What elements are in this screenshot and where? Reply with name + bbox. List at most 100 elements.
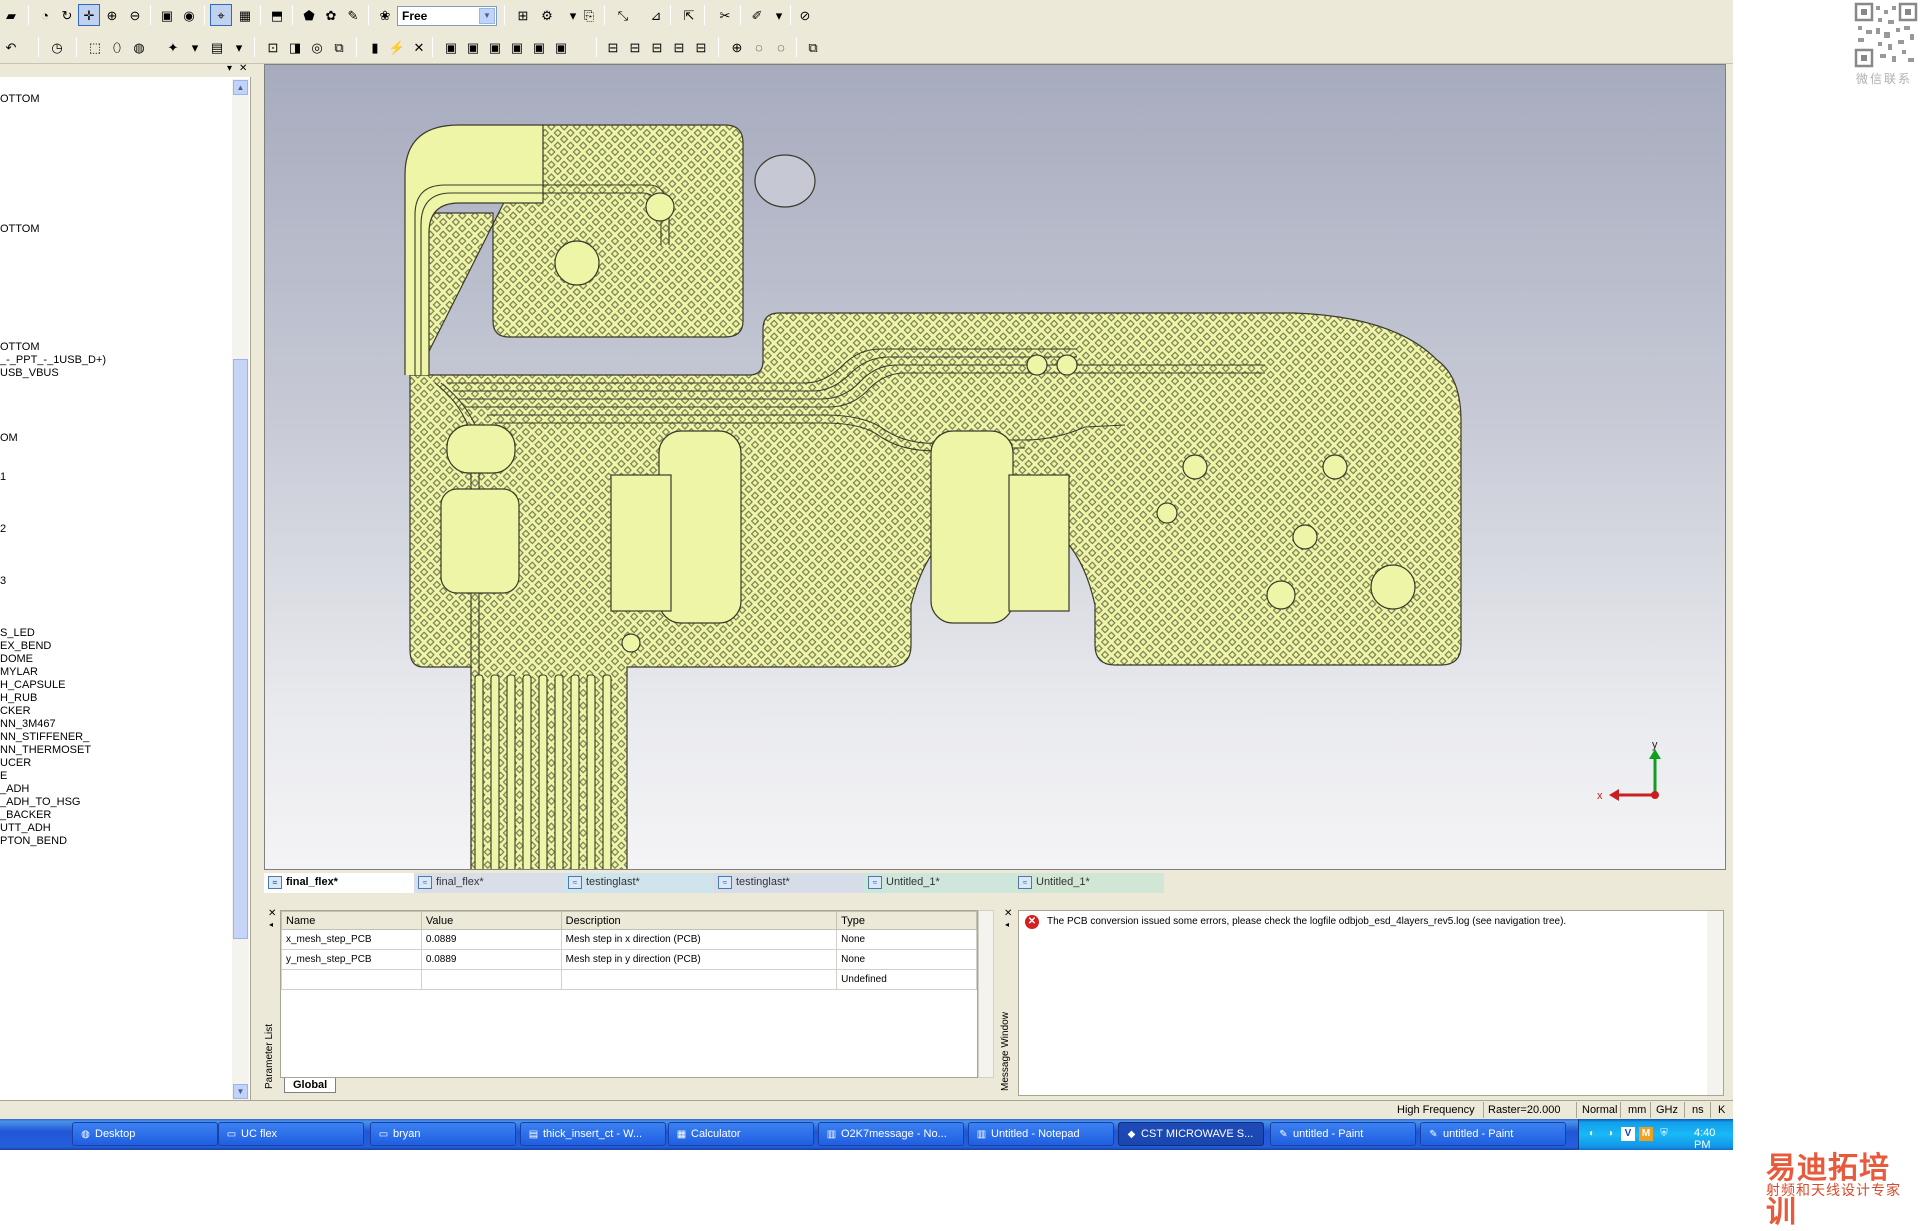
monitor-s-icon[interactable]: ▣ bbox=[550, 36, 572, 58]
tree-item[interactable]: OTTOM bbox=[0, 93, 40, 105]
tab-document[interactable]: ≈ final_flex* bbox=[264, 873, 414, 893]
tree-item[interactable]: _BACKER bbox=[0, 809, 51, 821]
error-message[interactable]: The PCB conversion issued some errors, p… bbox=[1047, 916, 1566, 927]
table-cell[interactable]: Mesh step in y direction (PCB) bbox=[560, 949, 838, 970]
curve-icon[interactable]: ⤡ bbox=[612, 4, 634, 26]
tab-document[interactable]: ≈ Untitled_1* bbox=[864, 873, 1014, 893]
table-row[interactable]: y_mesh_step_PCB 0.0889 Mesh step in y dire… bbox=[281, 949, 977, 970]
chart-icon[interactable]: ⊿ bbox=[645, 4, 667, 26]
history-icon[interactable]: ◷ bbox=[46, 36, 68, 58]
undo-icon[interactable]: ↶ bbox=[0, 36, 22, 58]
tab-document[interactable]: ≈ Untitled_1* bbox=[1014, 873, 1164, 893]
spin-icon[interactable]: ↻ bbox=[56, 4, 78, 26]
table-cell[interactable]: None bbox=[836, 949, 977, 970]
shield-icon[interactable]: ⛨ bbox=[1657, 1127, 1671, 1141]
zoom-fit-icon[interactable]: ▣ bbox=[156, 4, 178, 26]
pin-icon[interactable]: ◂ bbox=[1005, 920, 1009, 929]
mail-icon[interactable]: M bbox=[1639, 1127, 1653, 1141]
delete-icon[interactable]: ✂ bbox=[714, 4, 736, 26]
tree-item[interactable]: _-_PPT_-_1USB_D+) bbox=[0, 354, 106, 366]
close-icon[interactable]: ✕ bbox=[1004, 908, 1012, 919]
tree-item[interactable]: H_CAPSULE bbox=[0, 679, 65, 691]
solver-icon[interactable]: ✦ bbox=[162, 36, 184, 58]
scroll-up-icon[interactable]: ▲ bbox=[233, 80, 248, 95]
header-value[interactable]: Value bbox=[420, 911, 562, 930]
header-description[interactable]: Description bbox=[560, 911, 838, 930]
tree-item[interactable]: USB_VBUS bbox=[0, 367, 59, 379]
table-cell[interactable] bbox=[420, 969, 562, 990]
tree-item[interactable]: _ADH_TO_HSG bbox=[0, 796, 81, 808]
tree-item[interactable]: 2 bbox=[0, 523, 6, 535]
tree-item[interactable]: NN_3M467 bbox=[0, 718, 56, 730]
zoom-in-icon[interactable]: ⊕ bbox=[101, 4, 123, 26]
monitor-h-icon[interactable]: ▣ bbox=[462, 36, 484, 58]
pan-icon[interactable]: ✛ bbox=[78, 4, 100, 26]
mesh-dropdown-icon[interactable]: ▾ bbox=[228, 36, 250, 58]
open-icon[interactable]: ▰ bbox=[0, 4, 22, 26]
transform-icon[interactable]: ⬟ bbox=[298, 4, 320, 26]
vpn-icon[interactable]: V bbox=[1621, 1127, 1635, 1141]
discrete-port-icon[interactable]: ⚡ bbox=[386, 36, 408, 58]
tab-document[interactable]: ≈ testinglast* bbox=[564, 873, 714, 893]
cylinder-icon[interactable]: ⬯ bbox=[106, 36, 128, 58]
volume-icon[interactable]: ◑ bbox=[1603, 1127, 1617, 1141]
header-type[interactable]: Type bbox=[836, 911, 977, 930]
export-icon[interactable]: ⇱ bbox=[678, 4, 700, 26]
sphere-icon[interactable]: ◍ bbox=[128, 36, 150, 58]
tab-global[interactable]: Global bbox=[284, 1078, 337, 1093]
table-cell[interactable]: Undefined bbox=[836, 969, 977, 990]
monitor-p-icon[interactable]: ▣ bbox=[484, 36, 506, 58]
tree-item[interactable]: E bbox=[0, 770, 7, 782]
pick-edge-icon[interactable]: ✎ bbox=[342, 4, 364, 26]
boundary-icon[interactable]: ◎ bbox=[306, 36, 328, 58]
table-cell[interactable]: Mesh step in x direction (PCB) bbox=[560, 929, 838, 950]
taskbar-button[interactable]: ▭ UC flex bbox=[218, 1122, 364, 1146]
pick-point-icon[interactable]: ⌖ bbox=[210, 4, 232, 26]
table-cell[interactable]: 0.0889 bbox=[420, 949, 562, 970]
taskbar-button[interactable]: ◆ CST MICROWAVE S... bbox=[1118, 1122, 1264, 1146]
taskbar-button[interactable]: ✎ untitled - Paint bbox=[1420, 1122, 1566, 1146]
local-coordinates-icon[interactable]: ⊞ bbox=[512, 4, 534, 26]
tree-item[interactable]: 3 bbox=[0, 575, 6, 587]
taskbar-button[interactable]: ✎ untitled - Paint bbox=[1270, 1122, 1416, 1146]
probe-tool-icon[interactable]: ✕ bbox=[408, 36, 430, 58]
mode-select[interactable]: Free ▼ bbox=[397, 6, 497, 26]
mesh-icon[interactable]: ▤ bbox=[206, 36, 228, 58]
grid-icon[interactable]: ▦ bbox=[234, 4, 256, 26]
table-cell[interactable]: x_mesh_step_PCB bbox=[281, 929, 422, 950]
tree-item[interactable]: UTT_ADH bbox=[0, 822, 51, 834]
boolean-icon[interactable]: ✿ bbox=[320, 4, 342, 26]
taskbar-button[interactable]: ▥ Untitled - Notepad bbox=[968, 1122, 1114, 1146]
tab-document[interactable]: ≈ final_flex* bbox=[414, 873, 564, 893]
zoom-out-icon[interactable]: ⊖ bbox=[124, 4, 146, 26]
tree-item[interactable]: PTON_BEND bbox=[0, 835, 67, 847]
pin-icon[interactable]: ◂ bbox=[269, 920, 273, 929]
tree-item[interactable]: UCER bbox=[0, 757, 31, 769]
tree-item[interactable]: OTTOM bbox=[0, 223, 40, 235]
pin-icon[interactable]: ▾ bbox=[227, 63, 232, 74]
taskbar-button[interactable]: ▤ thick_insert_ct - W... bbox=[520, 1122, 666, 1146]
monitor-e-icon[interactable]: ▣ bbox=[440, 36, 462, 58]
table-cell[interactable]: 0.0889 bbox=[420, 929, 562, 950]
parameter-scrollbar[interactable] bbox=[978, 910, 994, 1078]
align-wcs-icon[interactable]: ⚙ bbox=[536, 4, 558, 26]
scroll-down-icon[interactable]: ▼ bbox=[233, 1084, 248, 1099]
symmetry-icon[interactable]: ⧉ bbox=[328, 36, 350, 58]
tree-item[interactable]: CKER bbox=[0, 705, 31, 717]
taskbar-button[interactable]: ▦ Calculator bbox=[668, 1122, 814, 1146]
solver-dropdown-icon[interactable]: ▾ bbox=[184, 36, 206, 58]
monitor-f-icon[interactable]: ▣ bbox=[506, 36, 528, 58]
taskbar-button[interactable]: ◍ Desktop bbox=[72, 1122, 218, 1146]
close-icon[interactable]: ✕ bbox=[239, 63, 247, 74]
stop-icon[interactable]: ⊘ bbox=[794, 4, 816, 26]
shape-icon[interactable]: ⬚ bbox=[84, 36, 106, 58]
table-cell[interactable] bbox=[281, 969, 422, 990]
view-options-icon[interactable]: ◉ bbox=[178, 4, 200, 26]
chevron-down-icon[interactable]: ▼ bbox=[479, 8, 495, 24]
monitor-d-icon[interactable]: ▣ bbox=[528, 36, 550, 58]
network-icon[interactable]: ◐ bbox=[1585, 1127, 1599, 1141]
tree-item[interactable]: EX_BEND bbox=[0, 640, 51, 652]
tree-item[interactable]: H_RUB bbox=[0, 692, 37, 704]
message-scrollbar[interactable] bbox=[1707, 911, 1723, 1095]
clock[interactable]: 4:40 PM bbox=[1694, 1127, 1733, 1150]
